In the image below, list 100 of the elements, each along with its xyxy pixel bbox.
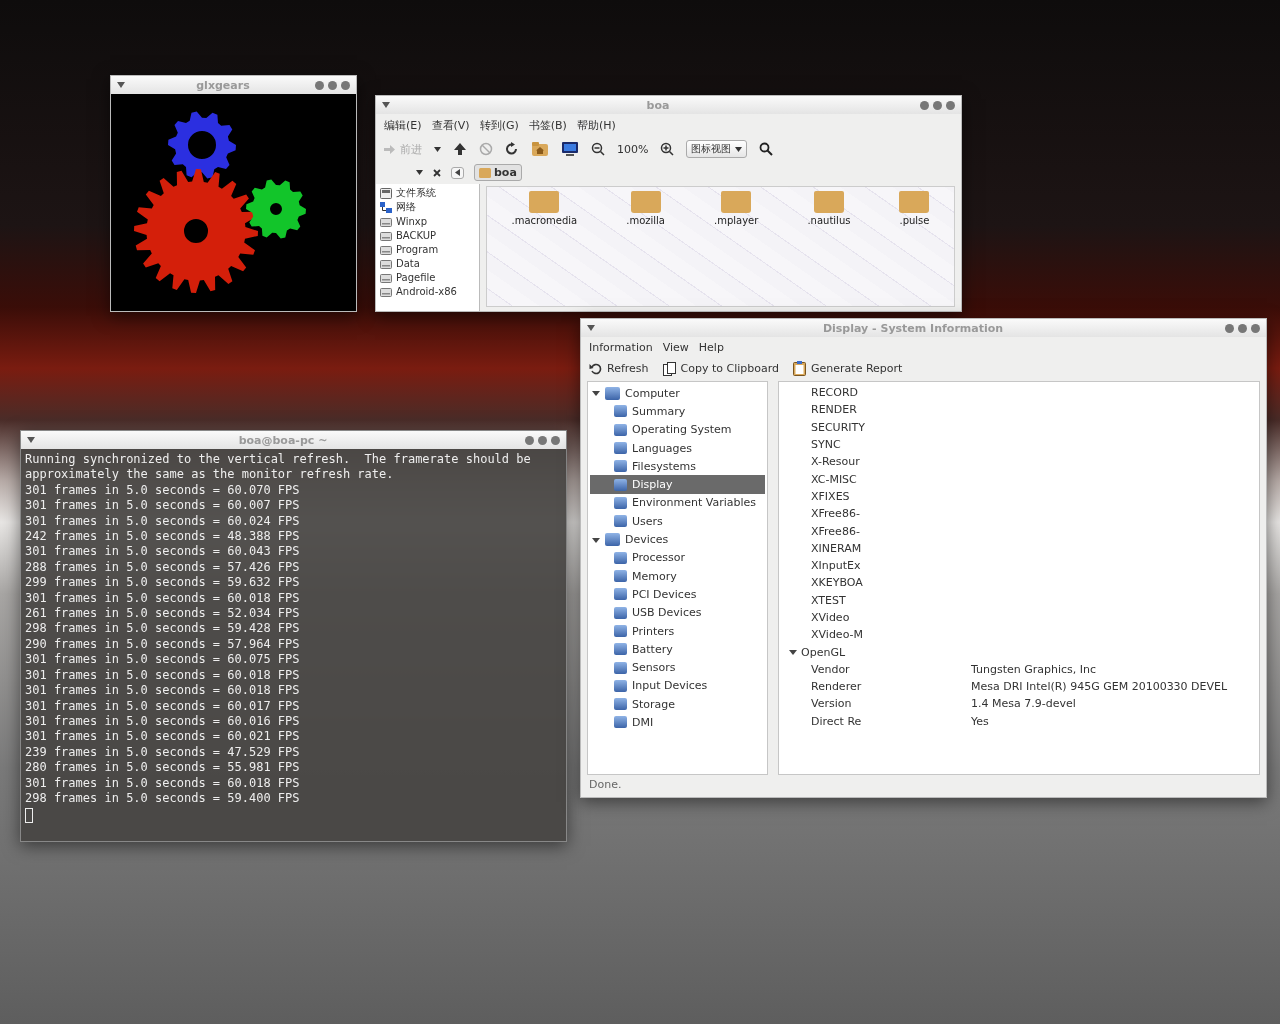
maximize-button[interactable]	[1238, 323, 1247, 333]
window-menu-icon[interactable]	[382, 102, 390, 108]
view-mode-dropdown[interactable]: 图标视图	[686, 140, 748, 158]
up-arrow-icon[interactable]	[453, 142, 467, 156]
terminal-line: 298 frames in 5.0 seconds = 59.400 FPS	[25, 790, 301, 807]
folder-label[interactable]: .mplayer	[714, 215, 759, 226]
back-button[interactable]	[451, 166, 464, 179]
tree-item[interactable]: Processor	[590, 548, 765, 567]
minimize-button[interactable]	[1225, 323, 1234, 333]
close-button[interactable]	[946, 100, 955, 110]
sidebar-item[interactable]: Pagefile	[380, 270, 475, 284]
tree-item[interactable]: Languages	[590, 438, 765, 458]
tree-item[interactable]: Sensors	[590, 658, 765, 677]
path-button[interactable]: boa	[474, 164, 522, 181]
sidebar-item[interactable]: 文件系统	[380, 186, 475, 200]
extension-name: XVideo-M	[810, 628, 864, 642]
sidebar-item[interactable]: Data	[380, 256, 475, 270]
sidebar-item[interactable]: Android-x86	[380, 284, 475, 298]
tree-item[interactable]: Input Devices	[590, 676, 765, 696]
computer-icon[interactable]	[561, 141, 579, 157]
tree-item[interactable]: Computer	[590, 384, 765, 403]
zoom-out-icon[interactable]	[591, 142, 605, 156]
menu-item[interactable]: 转到(G)	[479, 118, 519, 133]
maximize-button[interactable]	[933, 100, 942, 110]
window-title: Display - System Information	[821, 321, 1005, 335]
tree-item[interactable]: Filesystems	[590, 457, 765, 476]
extension-name: XKEYBOA	[810, 576, 863, 590]
close-icon[interactable]	[433, 168, 441, 177]
dropdown-caret-icon[interactable]	[434, 146, 441, 152]
reload-icon[interactable]	[505, 142, 519, 156]
window-title: glxgears	[195, 78, 251, 92]
extension-name: XFree86-	[810, 507, 860, 521]
menu-item[interactable]: 编辑(E)	[384, 118, 422, 133]
menu-item[interactable]: Information	[589, 341, 653, 354]
folder-label[interactable]: .pulse	[899, 215, 930, 226]
minimize-button[interactable]	[920, 100, 929, 110]
tree-item[interactable]: Summary	[590, 402, 765, 421]
category-icon	[605, 533, 620, 546]
sidebar-label: BACKUP	[396, 229, 437, 241]
extension-name: SECURITY	[810, 420, 865, 434]
tree-item[interactable]: Operating System	[590, 420, 765, 439]
toolbar-button[interactable]: Generate Report	[793, 361, 903, 376]
expander-icon[interactable]	[592, 389, 600, 398]
tree-item[interactable]: PCI Devices	[590, 585, 765, 604]
extension-name: XC-MISC	[810, 472, 857, 486]
folder-label[interactable]: .nautilus	[807, 215, 851, 226]
menu-item[interactable]: 查看(V)	[431, 118, 470, 133]
sidebar-item[interactable]: 网络	[380, 200, 475, 214]
sidebar-item[interactable]: Winxp	[380, 214, 475, 228]
window-menu-icon[interactable]	[27, 437, 35, 443]
terminal-line: 301 frames in 5.0 seconds = 60.024 FPS	[25, 513, 301, 530]
minimize-button[interactable]	[315, 80, 324, 90]
search-icon[interactable]	[759, 142, 774, 156]
close-button[interactable]	[551, 435, 560, 445]
menu-item[interactable]: 帮助(H)	[576, 118, 616, 133]
menu-item[interactable]: View	[662, 341, 689, 354]
close-button[interactable]	[1251, 323, 1260, 333]
expander-icon[interactable]	[592, 535, 600, 544]
folder-label[interactable]: .mozilla	[626, 215, 665, 226]
sidebar-label: Android-x86	[396, 285, 457, 297]
tree-item[interactable]: Storage	[590, 695, 765, 714]
tree-item[interactable]: Display	[590, 475, 765, 494]
sidebar-item[interactable]: Program	[380, 242, 475, 256]
window-menu-icon[interactable]	[587, 325, 595, 331]
category-icon	[614, 716, 627, 729]
terminal-line: approximately the same as the monitor refresh rate.	[25, 467, 395, 483]
tree-item[interactable]: Memory	[590, 566, 765, 586]
drive-icon	[380, 271, 392, 283]
folder-label[interactable]: .macromedia	[511, 215, 578, 226]
tree-item[interactable]: USB Devices	[590, 603, 765, 622]
dropdown-caret-icon[interactable]	[416, 170, 423, 175]
section-label: OpenGL	[801, 645, 846, 659]
zoom-in-icon[interactable]	[660, 142, 675, 156]
terminal-line: 301 frames in 5.0 seconds = 60.018 FPS	[25, 590, 301, 607]
toolbar-button[interactable]: Refresh	[589, 361, 649, 376]
minimize-button[interactable]	[525, 435, 534, 445]
category-icon	[614, 661, 627, 674]
maximize-button[interactable]	[538, 435, 547, 445]
section-header[interactable]: OpenGL	[785, 643, 1253, 661]
sidebar-label: Program	[396, 243, 439, 255]
tree-item[interactable]: Environment Variables	[590, 493, 765, 513]
terminal-line: 301 frames in 5.0 seconds = 60.018 FPS	[25, 667, 301, 684]
sidebar-label: Pagefile	[396, 271, 436, 283]
tree-item[interactable]: Battery	[590, 640, 765, 659]
window-menu-icon[interactable]	[117, 82, 125, 88]
tree-item[interactable]: Printers	[590, 621, 765, 641]
tree-item[interactable]: Devices	[590, 530, 765, 549]
tree-item[interactable]: DMI	[590, 713, 765, 732]
category-icon	[614, 551, 627, 564]
home-folder-icon[interactable]	[531, 141, 549, 157]
zoom-level: 100%	[617, 142, 649, 156]
toolbar-button[interactable]: Copy to Clipboard	[662, 361, 780, 376]
maximize-button[interactable]	[328, 80, 337, 90]
sidebar-item[interactable]: BACKUP	[380, 228, 475, 242]
menu-item[interactable]: Help	[698, 341, 724, 354]
menu-item[interactable]: 书签(B)	[528, 118, 567, 133]
terminal-line: 280 frames in 5.0 seconds = 55.981 FPS	[25, 760, 301, 776]
tree-item[interactable]: Users	[590, 512, 765, 531]
terminal-line: 288 frames in 5.0 seconds = 57.426 FPS	[25, 559, 301, 576]
close-button[interactable]	[341, 80, 350, 90]
